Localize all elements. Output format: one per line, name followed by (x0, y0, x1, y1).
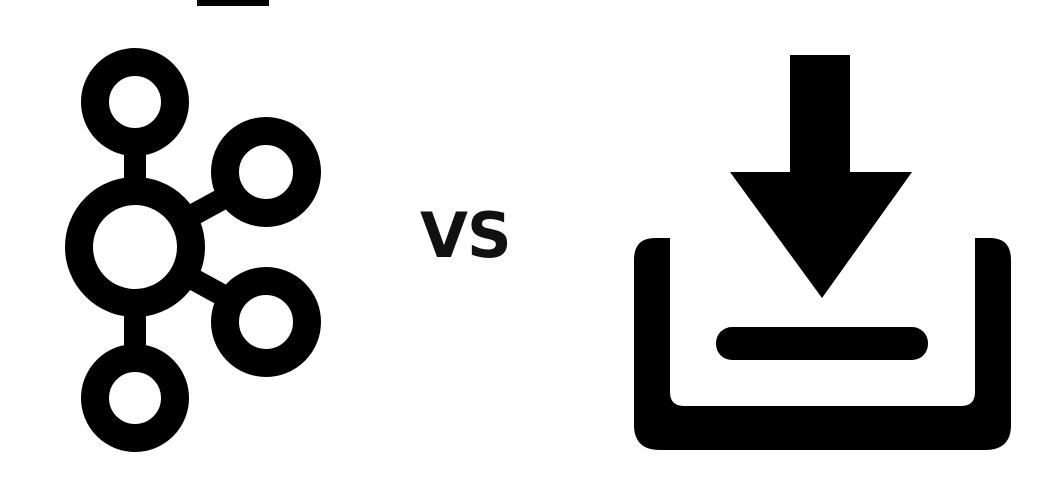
node-top (81, 48, 189, 156)
top-divider-bar (197, 0, 269, 6)
arrow-head (730, 172, 912, 298)
node-lower-right (211, 267, 321, 377)
arrow-shaft (790, 55, 850, 185)
kafka-icon (65, 48, 321, 452)
node-bottom (81, 344, 189, 452)
download-icon (634, 55, 1011, 450)
download-bar (716, 327, 928, 360)
download-arrow (730, 55, 912, 298)
vs-label: VS (420, 199, 512, 272)
node-center (65, 177, 205, 317)
node-upper-right (211, 117, 321, 227)
